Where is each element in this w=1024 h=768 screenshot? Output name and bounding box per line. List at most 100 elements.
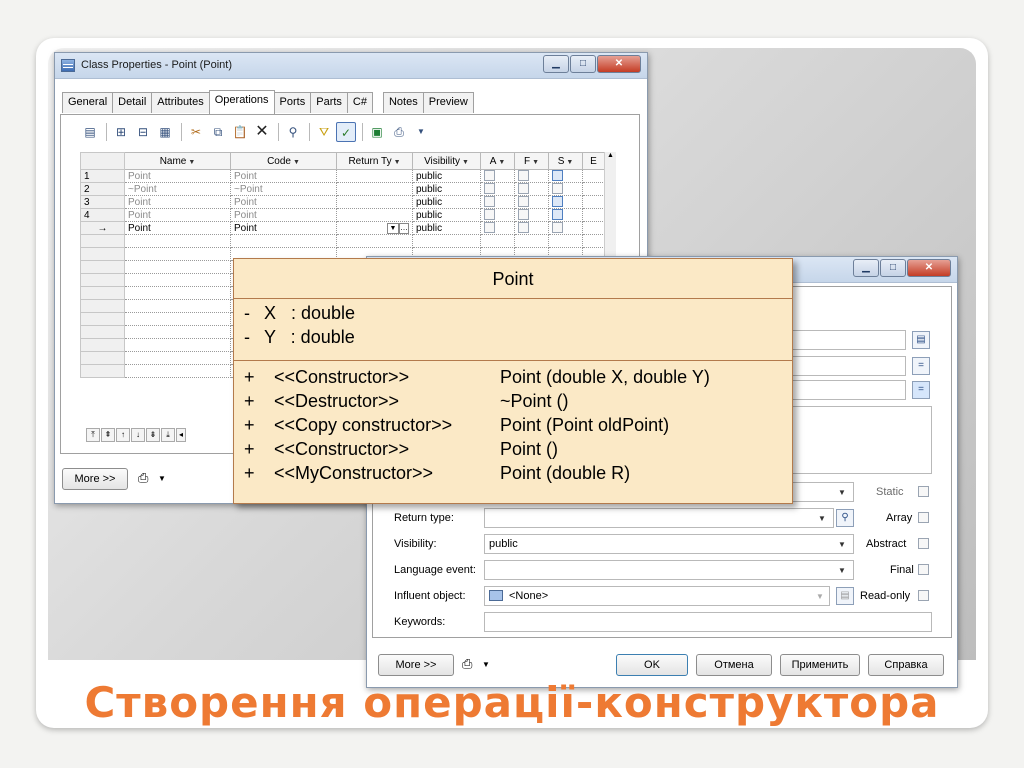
column-f[interactable]: F ▼ xyxy=(514,152,549,170)
return-type-cell[interactable] xyxy=(336,182,413,196)
move-top-icon[interactable]: ⤒ xyxy=(86,428,100,442)
column-a[interactable]: A ▼ xyxy=(480,152,515,170)
static-checkbox[interactable] xyxy=(552,222,563,234)
operation-name-cell[interactable]: Point xyxy=(124,169,231,183)
abstract-checkbox[interactable] xyxy=(484,222,495,234)
add-columns-icon[interactable]: ▦ xyxy=(155,122,175,142)
scroll-up-icon[interactable]: ▲ xyxy=(605,152,616,159)
final-checkbox[interactable] xyxy=(518,183,529,195)
final-checkbox[interactable] xyxy=(518,222,529,234)
abstract-checkbox[interactable] xyxy=(484,183,495,195)
operation-name-cell[interactable]: ~Point xyxy=(124,182,231,196)
visibility-cell[interactable]: public xyxy=(412,182,481,196)
visibility-dropdown[interactable]: public xyxy=(484,534,854,554)
chevron-down-icon[interactable]: ▼ xyxy=(838,566,846,575)
static-checkbox[interactable] xyxy=(552,170,563,182)
final-checkbox[interactable] xyxy=(518,196,529,208)
column-e[interactable]: E xyxy=(582,152,605,170)
find-icon[interactable]: ⚲ xyxy=(283,122,303,142)
class-properties-titlebar[interactable]: Class Properties - Point (Point) ▁ □ ✕ xyxy=(55,53,647,79)
return-type-cell[interactable] xyxy=(336,169,413,183)
static-checkbox[interactable] xyxy=(552,196,563,208)
column-return-type[interactable]: Return Ty ▼ xyxy=(336,152,413,170)
visibility-cell[interactable]: public xyxy=(412,208,481,222)
move-page-up-icon[interactable]: ⇞ xyxy=(101,428,115,442)
keywords-field[interactable] xyxy=(484,612,932,632)
chevron-down-icon[interactable]: ▼ xyxy=(158,474,166,483)
table-row[interactable] xyxy=(80,234,605,248)
influent-object-dropdown[interactable]: <None> xyxy=(484,586,830,606)
tab-operations[interactable]: Operations xyxy=(208,90,275,114)
properties-icon[interactable]: ▤ xyxy=(836,587,854,605)
array-checkbox[interactable] xyxy=(918,512,929,523)
browse-button[interactable]: … xyxy=(399,223,409,234)
move-page-down-icon[interactable]: ⇟ xyxy=(146,428,160,442)
minimize-button[interactable]: ▁ xyxy=(853,259,879,277)
cut-icon[interactable]: ✂ xyxy=(186,122,206,142)
static-checkbox[interactable] xyxy=(552,209,563,221)
visibility-cell[interactable]: public xyxy=(412,195,481,209)
properties-icon[interactable]: ▤ xyxy=(80,122,100,142)
return-type-dropdown[interactable] xyxy=(484,508,834,528)
operation-code-cell[interactable]: ~Point xyxy=(230,182,337,196)
column-visibility[interactable]: Visibility ▼ xyxy=(412,152,481,170)
visibility-cell[interactable]: public xyxy=(412,221,481,235)
final-checkbox[interactable] xyxy=(518,209,529,221)
move-up-icon[interactable]: ↑ xyxy=(116,428,130,442)
close-button[interactable]: ✕ xyxy=(597,55,641,73)
minimize-button[interactable]: ▁ xyxy=(543,55,569,73)
abstract-checkbox[interactable] xyxy=(484,170,495,182)
close-button[interactable]: ✕ xyxy=(907,259,951,277)
column-code[interactable]: Code ▼ xyxy=(230,152,337,170)
table-row[interactable]: 1 Point Point public xyxy=(80,169,605,183)
insert-row-icon[interactable]: ⊟ xyxy=(133,122,153,142)
print-icon[interactable]: ⎙ xyxy=(389,122,409,142)
maximize-button[interactable]: □ xyxy=(570,55,596,73)
table-row-current[interactable]: → Point Point ▼… public xyxy=(80,221,605,235)
excel-icon[interactable]: ▣ xyxy=(367,122,387,142)
copy-icon[interactable]: ⧉ xyxy=(208,122,228,142)
scroll-left-icon[interactable]: ◂ xyxy=(176,428,186,442)
equals-icon[interactable]: = xyxy=(912,357,930,375)
table-row[interactable]: 3 Point Point public xyxy=(80,195,605,209)
move-bottom-icon[interactable]: ⤓ xyxy=(161,428,175,442)
chevron-down-icon[interactable]: ▼ xyxy=(816,592,824,601)
properties-icon[interactable]: ▤ xyxy=(912,331,930,349)
add-row-icon[interactable]: ⊞ xyxy=(111,122,131,142)
tab-general[interactable]: General xyxy=(62,92,114,113)
help-button[interactable]: Справка xyxy=(868,654,944,676)
operation-code-cell[interactable]: Point xyxy=(230,169,337,183)
maximize-button[interactable]: □ xyxy=(880,259,906,277)
operation-name-cell[interactable]: Point xyxy=(124,208,231,222)
equals-icon[interactable]: = xyxy=(912,381,930,399)
apply-button[interactable]: Применить xyxy=(780,654,860,676)
tab-preview[interactable]: Preview xyxy=(422,92,474,113)
print-icon[interactable]: ⎙ xyxy=(462,656,472,672)
final-checkbox[interactable] xyxy=(518,170,529,182)
abstract-checkbox[interactable] xyxy=(918,538,929,549)
tab-attributes[interactable]: Attributes xyxy=(151,92,210,113)
chevron-down-icon[interactable]: ▼ xyxy=(838,540,846,549)
abstract-checkbox[interactable] xyxy=(484,196,495,208)
print-icon[interactable]: ⎙ xyxy=(138,470,148,486)
tab-ports[interactable]: Ports xyxy=(273,92,312,113)
chevron-down-icon[interactable]: ▼ xyxy=(818,514,826,523)
filter-icon[interactable]: ⛛ xyxy=(314,122,334,142)
operation-name-cell[interactable]: Point xyxy=(124,195,231,209)
visibility-cell[interactable]: public xyxy=(412,169,481,183)
operation-code-cell[interactable]: Point xyxy=(230,221,337,235)
operation-code-cell[interactable]: Point xyxy=(230,195,337,209)
move-down-icon[interactable]: ↓ xyxy=(131,428,145,442)
table-row[interactable]: 2 ~Point ~Point public xyxy=(80,182,605,196)
tab-csharp[interactable]: C# xyxy=(346,92,373,113)
more-button[interactable]: More >> xyxy=(62,468,128,490)
readonly-checkbox[interactable] xyxy=(918,590,929,601)
cancel-button[interactable]: Отмена xyxy=(696,654,772,676)
tab-notes[interactable]: Notes xyxy=(382,92,424,113)
chevron-down-icon[interactable]: ▼ xyxy=(411,122,431,142)
column-s[interactable]: S ▼ xyxy=(548,152,583,170)
more-button[interactable]: More >> xyxy=(378,654,454,676)
return-type-cell[interactable]: ▼… xyxy=(336,221,413,235)
language-event-dropdown[interactable] xyxy=(484,560,854,580)
delete-icon[interactable]: ✕ xyxy=(252,122,272,142)
